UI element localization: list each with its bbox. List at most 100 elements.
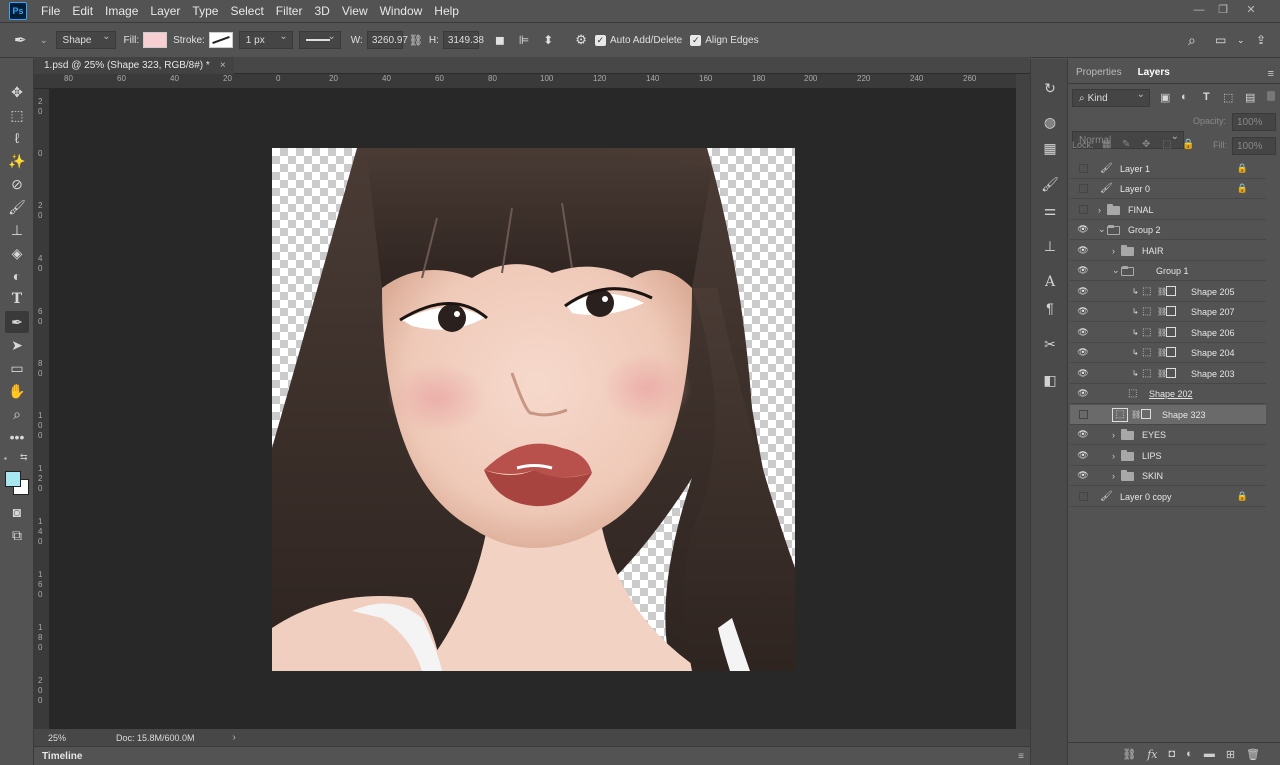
adjustment-layer-icon[interactable]: ◐ — [1186, 748, 1193, 760]
pen-tool-preset-icon[interactable]: ✒ — [14, 31, 40, 49]
eye-icon[interactable]: 👁 — [1076, 368, 1090, 379]
eye-icon[interactable]: 👁 — [1076, 245, 1090, 256]
auto-add-delete-checkbox[interactable]: ✓ — [594, 34, 606, 46]
gear-icon[interactable]: ⚙ — [575, 32, 587, 48]
hand-tool-icon[interactable]: ✋ — [5, 380, 29, 402]
lock-transparent-icon[interactable]: ▦ — [1102, 139, 1111, 150]
lasso-tool-icon[interactable]: ℓ — [5, 127, 29, 149]
tool-mode-select[interactable]: Shape — [55, 31, 116, 49]
tab-properties[interactable]: Properties — [1068, 63, 1130, 83]
layer-row-lips[interactable]: 👁 › LIPS — [1070, 446, 1266, 466]
tab-layers[interactable]: Layers — [1129, 63, 1178, 83]
zoom-level[interactable]: 25% — [48, 733, 108, 743]
adjustments-panel-icon[interactable]: ⚌ — [1039, 199, 1061, 221]
visibility-toggle[interactable] — [1079, 164, 1088, 173]
trash-icon[interactable]: 🗑 — [1246, 748, 1260, 761]
eye-icon[interactable]: 👁 — [1076, 450, 1090, 461]
path-operations-icon[interactable]: ◼ — [495, 33, 505, 47]
layer-row-skin[interactable]: 👁 › SKIN — [1070, 466, 1266, 486]
menu-file[interactable]: File — [35, 0, 66, 22]
layer-row-group-1[interactable]: 👁 ⌄ Group 1 — [1070, 261, 1266, 281]
menu-type[interactable]: Type — [186, 0, 224, 22]
fx-icon[interactable]: fx — [1147, 748, 1157, 761]
marquee-tool-icon[interactable]: ⬚ — [5, 104, 29, 126]
layer-row-layer-0-copy[interactable]: 🖌 Layer 0 copy 🔒 — [1070, 487, 1266, 507]
lock-all-icon[interactable]: 🔒 — [1182, 139, 1194, 150]
stamp-tool-icon[interactable]: ⊥ — [5, 219, 29, 241]
layer-row-group-2[interactable]: 👁 ⌄ Group 2 — [1070, 220, 1266, 240]
eye-icon[interactable]: 👁 — [1076, 286, 1090, 297]
eye-icon[interactable]: 👁 — [1076, 306, 1090, 317]
layer-row-shape-203[interactable]: 👁 ↳ ⬚ ⛓ Shape 203 — [1070, 364, 1266, 384]
layer-row-shape-206[interactable]: 👁 ↳ ⬚ ⛓ Shape 206 — [1070, 323, 1266, 343]
shape-filter-icon[interactable]: ⬚ — [1223, 91, 1233, 104]
menu-edit[interactable]: Edit — [66, 0, 99, 22]
stroke-width-select[interactable]: 1 px — [238, 31, 293, 49]
character-panel-icon[interactable]: A — [1039, 271, 1061, 293]
menu-help[interactable]: Help — [428, 0, 465, 22]
menu-window[interactable]: Window — [374, 0, 429, 22]
menu-layer[interactable]: Layer — [144, 0, 186, 22]
eye-icon[interactable]: 👁 — [1076, 429, 1090, 440]
eye-icon[interactable]: 👁 — [1076, 327, 1090, 338]
align-edges-checkbox[interactable]: ✓ — [690, 34, 702, 46]
tool-presets-panel-icon[interactable]: ✂ — [1039, 333, 1061, 355]
add-mask-icon[interactable]: ◘ — [1169, 748, 1176, 760]
menu-filter[interactable]: Filter — [270, 0, 309, 22]
path-arrangement-icon[interactable]: ⬍ — [543, 33, 553, 47]
timeline-menu-icon[interactable]: ≡ — [1018, 751, 1024, 762]
eye-icon[interactable]: 👁 — [1076, 224, 1090, 235]
swap-colors-icon[interactable]: ⇆ — [20, 452, 28, 463]
adjustment-filter-icon[interactable]: ◐ — [1181, 91, 1188, 103]
lock-artboard-icon[interactable]: ⬚ — [1162, 139, 1171, 150]
height-input[interactable]: 3149.38 — [442, 31, 484, 49]
type-tool-icon[interactable]: T — [5, 288, 29, 310]
minimize-icon[interactable]: — — [1188, 2, 1210, 18]
chevron-right-icon[interactable]: › — [1112, 430, 1115, 440]
width-input[interactable]: 3260.97 — [366, 31, 408, 49]
vertical-scrollbar[interactable] — [1016, 74, 1030, 729]
history-panel-icon[interactable]: ↻ — [1039, 77, 1061, 99]
libraries-panel-icon[interactable]: ◧ — [1039, 369, 1061, 391]
dodge-tool-icon[interactable]: ◐ — [5, 265, 29, 287]
swatches-panel-icon[interactable]: ◍ — [1039, 111, 1061, 133]
chevron-down-icon[interactable]: ⌄ — [1098, 224, 1106, 235]
pixel-filter-icon[interactable]: ▣ — [1160, 91, 1170, 104]
magic-wand-tool-icon[interactable]: ✨ — [5, 150, 29, 172]
restore-icon[interactable]: ❐ — [1212, 2, 1234, 18]
workspace-chevron-icon[interactable]: ⌄ — [1237, 35, 1245, 46]
chevron-right-icon[interactable]: › — [1112, 471, 1115, 481]
layer-row-layer-1[interactable]: 🖌 Layer 1 🔒 — [1070, 159, 1266, 179]
layer-row-final[interactable]: › FINAL — [1070, 200, 1266, 220]
eye-icon[interactable]: 👁 — [1076, 265, 1090, 276]
menu-3d[interactable]: 3D — [308, 0, 335, 22]
path-selection-tool-icon[interactable]: ➤ — [5, 334, 29, 356]
path-alignment-icon[interactable]: ⊫ — [519, 33, 529, 47]
menu-view[interactable]: View — [336, 0, 374, 22]
chevron-down-icon[interactable]: ⌄ — [1112, 265, 1120, 276]
eraser-tool-icon[interactable]: ◈ — [5, 242, 29, 264]
eyedropper-tool-icon[interactable]: ⊘ — [5, 173, 29, 195]
layer-row-shape-202[interactable]: 👁 ⬚ Shape 202 — [1070, 384, 1266, 404]
quick-mask-icon[interactable]: ◙ — [5, 501, 29, 523]
timeline-panel[interactable]: Timeline ≡ — [34, 746, 1030, 765]
panel-scrollbar[interactable] — [1268, 59, 1278, 742]
stroke-swatch[interactable] — [208, 32, 233, 48]
new-layer-icon[interactable]: ⊞ — [1226, 748, 1235, 761]
new-group-icon[interactable]: ▬ — [1204, 748, 1215, 760]
zoom-tool-icon[interactable]: ⌕ — [5, 403, 29, 425]
pen-tool-icon[interactable]: ✒ — [5, 311, 29, 333]
visibility-toggle[interactable] — [1079, 410, 1088, 419]
patterns-panel-icon[interactable]: ▦ — [1039, 137, 1061, 159]
menu-select[interactable]: Select — [224, 0, 269, 22]
move-tool-icon[interactable]: ✥ — [5, 81, 29, 103]
layer-row-hair[interactable]: 👁 › HAIR — [1070, 241, 1266, 261]
layer-row-layer-0[interactable]: 🖌 Layer 0 🔒 — [1070, 179, 1266, 199]
share-icon[interactable]: ⇪ — [1256, 33, 1266, 47]
document-tab[interactable]: 1.psd @ 25% (Shape 323, RGB/8#) * × — [34, 57, 234, 74]
eye-icon[interactable]: 👁 — [1076, 347, 1090, 358]
lock-image-icon[interactable]: ✎ — [1122, 139, 1130, 150]
menu-image[interactable]: Image — [99, 0, 144, 22]
search-icon[interactable]: ⌕ — [1188, 32, 1196, 49]
stroke-type-select[interactable] — [298, 31, 341, 49]
